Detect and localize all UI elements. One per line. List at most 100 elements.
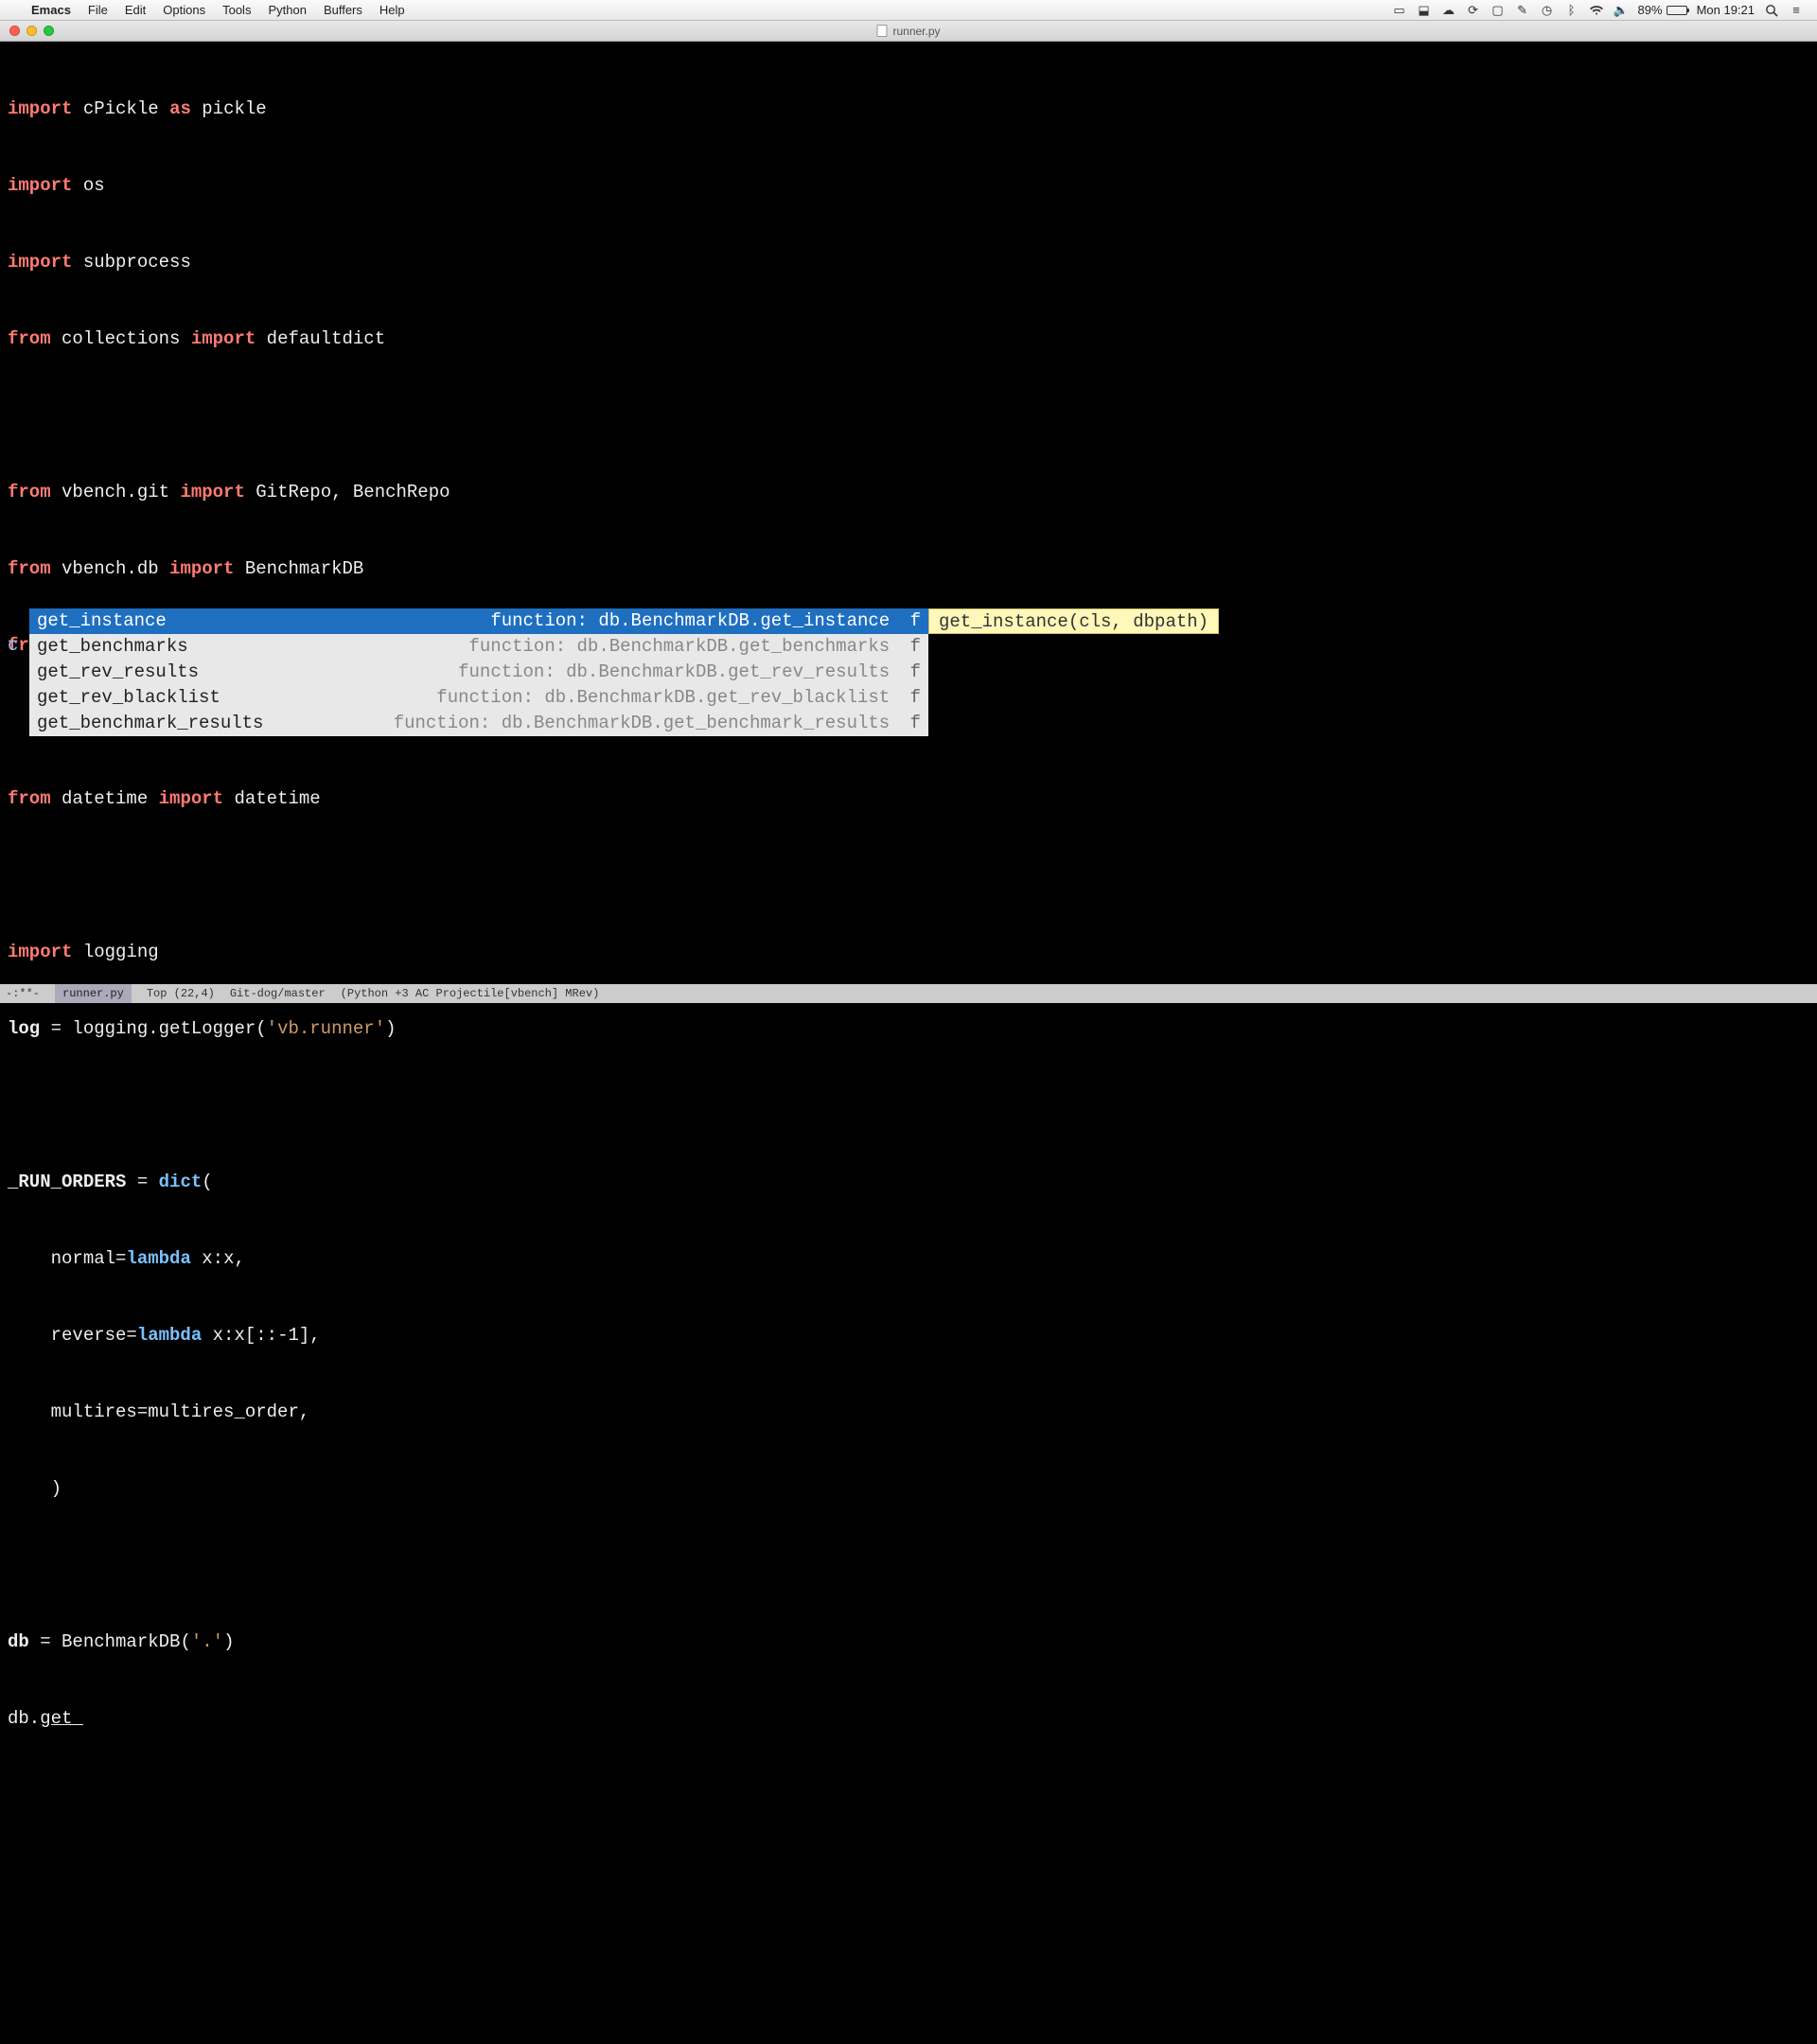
kw-lambda: lambda [126, 1248, 190, 1269]
menu-buffers[interactable]: Buffers [315, 3, 371, 17]
indent [8, 1248, 51, 1269]
close-window-button[interactable] [9, 26, 20, 36]
document-icon [876, 25, 887, 37]
kw-import: import [8, 942, 72, 962]
modeline-vc: Git-dog/master [230, 984, 326, 1003]
names: datetime [234, 788, 320, 809]
notifications-icon[interactable]: ≡ [1789, 3, 1804, 18]
mod: vbench.db [62, 558, 159, 579]
alias: pickle [202, 98, 266, 119]
autocomplete-item[interactable]: get_benchmark_resultsfunction: db.Benchm… [29, 711, 928, 736]
bluetooth-icon[interactable]: ᛒ [1564, 3, 1579, 18]
battery-icon [1667, 6, 1687, 15]
candidate-name: get_instance [37, 608, 167, 634]
key-icon[interactable]: ✎ [1515, 3, 1530, 18]
zoom-window-button[interactable] [44, 26, 54, 36]
mod: logging [83, 942, 159, 962]
editor-area[interactable]: import cPickle as pickle import os impor… [0, 42, 1817, 1003]
menu-tools[interactable]: Tools [214, 3, 259, 17]
var: _RUN_ORDERS [8, 1172, 126, 1192]
body: multires=multires_order, [51, 1401, 310, 1422]
paren: ( [202, 1172, 212, 1192]
autocomplete-item[interactable]: get_benchmarks function: db.BenchmarkDB.g… [29, 634, 928, 660]
candidate-name: get_rev_results [37, 660, 199, 685]
names: BenchmarkDB [245, 558, 363, 579]
autocomplete-item[interactable]: get_rev_results function: db.BenchmarkDB.… [29, 660, 928, 685]
modeline-modes: (Python +3 AC Projectile[vbench] MRev) [341, 984, 600, 1003]
mod: datetime [62, 788, 148, 809]
kw-import: import [8, 252, 72, 273]
indent [8, 1325, 51, 1346]
names: defaultdict [267, 328, 385, 349]
modeline-position: Top (22,4) [147, 984, 215, 1003]
mod: collections [62, 328, 180, 349]
autocomplete-list: get_instance function: db.BenchmarkDB.get… [29, 608, 928, 736]
names: GitRepo, BenchRepo [256, 482, 450, 502]
kw-from: from [8, 328, 51, 349]
body: ) [51, 1478, 62, 1499]
menu-python[interactable]: Python [259, 3, 314, 17]
window-title: runner.py [892, 25, 940, 38]
body: x:x, [191, 1248, 245, 1269]
clock[interactable]: Mon 19:21 [1697, 3, 1755, 17]
prefix: db. [8, 1708, 40, 1729]
menu-edit[interactable]: Edit [116, 3, 154, 17]
kwarg: reverse= [51, 1325, 137, 1346]
kw-import: import [8, 175, 72, 196]
autocomplete-item[interactable]: get_instance function: db.BenchmarkDB.get… [29, 608, 928, 634]
paren: ) [223, 1631, 234, 1652]
candidate-detail: function: db.BenchmarkDB.get_rev_results… [458, 660, 921, 685]
kw-as: as [169, 98, 191, 119]
battery-percent: 89% [1638, 3, 1663, 17]
sync-icon[interactable]: ⟳ [1466, 3, 1481, 18]
kw-import: import [191, 328, 256, 349]
candidate-name: get_benchmarks [37, 634, 188, 660]
builtin: dict [159, 1172, 203, 1192]
indent [8, 1478, 51, 1499]
dropbox-icon[interactable]: ⬓ [1417, 3, 1432, 18]
modeline-buffer[interactable]: runner.py [55, 984, 132, 1003]
volume-icon[interactable]: 🔈 [1614, 3, 1629, 18]
kw-from: from [8, 788, 51, 809]
kw-from: from [8, 558, 51, 579]
paren: ) [385, 1018, 396, 1039]
var: db [8, 1631, 29, 1652]
kw-lambda: lambda [137, 1325, 202, 1346]
expr: = logging.getLogger( [40, 1018, 266, 1039]
code-fragment-behind-popup: c [8, 633, 18, 659]
candidate-detail: function: db.BenchmarkDB.get_benchmarks … [469, 634, 922, 660]
kw-from: from [8, 482, 51, 502]
candidate-detail: function: db.BenchmarkDB.get_rev_blackli… [436, 685, 921, 711]
display-icon[interactable]: ▢ [1491, 3, 1506, 18]
candidate-detail: function: db.BenchmarkDB.get_instance f [490, 608, 921, 634]
mod: vbench.git [62, 482, 169, 502]
app-name[interactable]: Emacs [23, 3, 79, 17]
op: = [126, 1172, 158, 1192]
mod: subprocess [83, 252, 191, 273]
body: x:x[::-1], [202, 1325, 320, 1346]
string: '.' [191, 1631, 223, 1652]
wifi-icon[interactable] [1589, 3, 1604, 18]
battery-status[interactable]: 89% [1638, 3, 1687, 17]
mac-menubar: Emacs File Edit Options Tools Python Buf… [0, 0, 1817, 21]
signature-tooltip: get_instance(cls, dbpath) [928, 608, 1219, 634]
mod: cPickle [83, 98, 159, 119]
candidate-name: get_rev_blacklist [37, 685, 221, 711]
menu-help[interactable]: Help [371, 3, 414, 17]
cloud-icon[interactable]: ☁ [1441, 3, 1456, 18]
mod: os [83, 175, 105, 196]
menu-options[interactable]: Options [154, 3, 214, 17]
typed-prefix: get_ [40, 1708, 83, 1729]
candidate-detail: function: db.BenchmarkDB.get_benchmark_r… [394, 711, 921, 736]
menu-file[interactable]: File [79, 3, 116, 17]
autocomplete-item[interactable]: get_rev_blacklist function: db.BenchmarkD… [29, 685, 928, 711]
emacs-modeline: -:**- runner.py Top (22,4) Git-dog/maste… [0, 984, 1817, 1003]
window-titlebar: runner.py [0, 21, 1817, 42]
kwarg: normal= [51, 1248, 127, 1269]
kw-import: import [159, 788, 223, 809]
spotlight-icon[interactable] [1764, 3, 1779, 18]
screen-share-icon[interactable]: ▭ [1392, 3, 1407, 18]
minimize-window-button[interactable] [26, 26, 37, 36]
kw-import: import [8, 98, 72, 119]
timemachine-icon[interactable]: ◷ [1540, 3, 1555, 18]
